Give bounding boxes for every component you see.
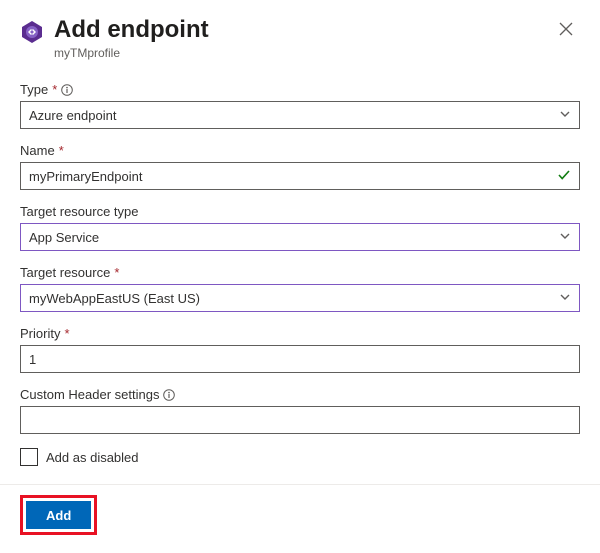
label-target-resource-type: Target resource type [20,204,580,219]
chevron-down-icon [559,230,571,245]
label-name: Name * [20,143,580,158]
label-target-resource: Target resource * [20,265,580,280]
label-type: Type * [20,82,580,97]
close-icon [559,22,573,39]
target-resource-dropdown[interactable]: myWebAppEastUS (East US) [20,284,580,312]
label-text: Target resource type [20,204,139,219]
priority-input[interactable] [29,346,571,372]
target-resource-type-dropdown[interactable]: App Service [20,223,580,251]
add-endpoint-panel: Add endpoint myTMprofile Type * Azure en… [0,0,600,466]
label-priority: Priority * [20,326,580,341]
label-text: Name [20,143,55,158]
target-resource-type-value: App Service [29,230,553,245]
chevron-down-icon [559,291,571,306]
panel-title: Add endpoint [54,16,542,44]
chevron-down-icon [559,108,571,123]
close-button[interactable] [552,16,580,44]
panel-footer: Add [0,495,600,553]
footer-divider [0,484,600,485]
panel-titles: Add endpoint myTMprofile [54,16,542,60]
emphasis-ring: Add [20,495,97,535]
label-text: Target resource [20,265,110,280]
field-priority: Priority * [20,326,580,373]
field-target-resource: Target resource * myWebAppEastUS (East U… [20,265,580,312]
required-asterisk: * [59,143,64,158]
info-icon[interactable] [163,389,175,401]
field-name: Name * [20,143,580,190]
required-asterisk: * [114,265,119,280]
add-as-disabled-row: Add as disabled [20,448,580,466]
info-icon[interactable] [61,84,73,96]
priority-input-wrap [20,345,580,373]
required-asterisk: * [64,326,69,341]
name-input-wrap [20,162,580,190]
add-button[interactable]: Add [26,501,91,529]
label-text: Priority [20,326,60,341]
target-resource-value: myWebAppEastUS (East US) [29,291,553,306]
type-value: Azure endpoint [29,108,553,123]
custom-headers-input-wrap [20,406,580,434]
label-text: Type [20,82,48,97]
panel-subtitle: myTMprofile [54,46,542,60]
custom-headers-input[interactable] [29,407,571,433]
form: Type * Azure endpoint Name * [20,82,580,466]
label-custom-headers: Custom Header settings [20,387,580,402]
valid-check-icon [557,168,571,185]
field-target-resource-type: Target resource type App Service [20,204,580,251]
traffic-manager-icon [20,20,44,44]
add-as-disabled-label: Add as disabled [46,450,139,465]
panel-header: Add endpoint myTMprofile [20,16,580,60]
field-type: Type * Azure endpoint [20,82,580,129]
field-custom-headers: Custom Header settings [20,387,580,434]
type-dropdown[interactable]: Azure endpoint [20,101,580,129]
required-asterisk: * [52,82,57,97]
add-as-disabled-checkbox[interactable] [20,448,38,466]
name-input[interactable] [29,163,551,189]
label-text: Custom Header settings [20,387,159,402]
